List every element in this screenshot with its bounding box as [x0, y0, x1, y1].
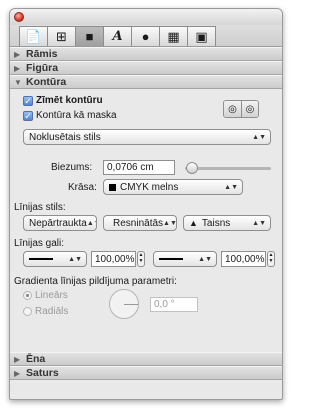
- section-label: Rāmis: [26, 48, 58, 60]
- radial-radio[interactable]: Radiāls: [23, 306, 68, 317]
- line-end-right-stepper[interactable]: ▲ ▼: [267, 251, 275, 267]
- color-select[interactable]: CMYK melns ▲▼: [103, 179, 243, 195]
- gradient-label: Gradienta līnijas pildījuma parametri:: [14, 276, 177, 287]
- title-bar: [10, 9, 282, 25]
- target-icon: ◎: [228, 103, 237, 115]
- close-button[interactable]: [14, 12, 24, 22]
- line-end-right-percent[interactable]: 100,00%: [221, 251, 266, 267]
- style-select[interactable]: Noklusētais stils ▲▼: [23, 129, 271, 145]
- radio-dot-icon: [23, 307, 32, 316]
- line-style-label: Līnijas stils:: [14, 202, 66, 213]
- crop-frame-icon: ⊞: [56, 28, 67, 44]
- section-label: Saturs: [26, 367, 59, 379]
- outline-mask-label: Kontūra kā maska: [36, 110, 117, 121]
- disclosure-right-icon: ▶: [14, 368, 21, 378]
- check-icon: ✓: [23, 110, 33, 121]
- tab-color[interactable]: ●: [131, 26, 160, 46]
- radio-dot-icon: [23, 291, 32, 300]
- line-style-value: Taisns: [201, 217, 231, 229]
- tab-frame[interactable]: ⊞: [47, 26, 76, 46]
- slider-knob[interactable]: [186, 162, 199, 174]
- radial-label: Radiāls: [35, 306, 69, 317]
- inspector-tabs: 📄 ⊞ ■ A ● ▦ ▣: [10, 25, 282, 47]
- section-label: Ēna: [26, 353, 46, 365]
- disclosure-right-icon: ▶: [14, 63, 21, 73]
- angle-value: 0,0 °: [154, 299, 175, 310]
- updown-arrow-icon: ▲▼: [252, 133, 266, 141]
- thickness-label: Biezums:: [51, 162, 93, 173]
- section-figura[interactable]: ▶ Figūra: [10, 61, 282, 75]
- palette-icon: ●: [141, 29, 150, 44]
- lock-icon: ▣: [195, 28, 208, 44]
- document-icon: 📄: [25, 28, 42, 44]
- section-kontura[interactable]: ▼ Kontūra: [10, 75, 282, 89]
- line-end-right-select[interactable]: ▲▼: [153, 251, 217, 267]
- percent-value: 100,00%: [95, 253, 135, 265]
- line-style-select-1[interactable]: Nepārtraukta ▲▼: [23, 215, 97, 231]
- color-swatch: [109, 183, 116, 191]
- line-style-value: Nepārtraukta: [29, 217, 87, 229]
- line-ends-label: Līnijas gali:: [14, 238, 65, 249]
- line-style-value: Resninātās: [113, 217, 164, 229]
- check-icon: ✓: [23, 95, 33, 106]
- updown-arrow-icon: ▲▼: [163, 219, 177, 227]
- inspector-panel: 📄 ⊞ ■ A ● ▦ ▣ ▶ Rāmis ▶ Figūra ▼ Kontūra…: [9, 8, 283, 400]
- draw-outline-label: Zīmēt kontūru: [36, 95, 103, 106]
- section-label: Kontūra: [26, 76, 67, 88]
- tab-box[interactable]: ■: [75, 26, 104, 46]
- draw-outline-checkbox[interactable]: ✓ Zīmēt kontūru: [23, 95, 103, 106]
- kontura-body: ✓ Zīmēt kontūru ✓ Kontūra kā maska ◎ ◎ N…: [10, 89, 282, 352]
- miter-join-icon: ▲: [189, 218, 198, 228]
- disclosure-down-icon: ▼: [14, 77, 22, 87]
- linear-label: Lineārs: [35, 290, 68, 301]
- percent-value: 100,00%: [225, 253, 265, 265]
- tab-media[interactable]: ▦: [159, 26, 188, 46]
- outline-inside-button[interactable]: ◎: [224, 101, 241, 117]
- angle-needle: [124, 304, 138, 305]
- updown-arrow-icon: ▲▼: [198, 255, 212, 263]
- tab-lock[interactable]: ▣: [187, 26, 216, 46]
- updown-arrow-icon: ▲▼: [252, 219, 266, 227]
- target-icon: ◎: [245, 103, 255, 115]
- outline-position-segments: ◎ ◎: [223, 100, 259, 118]
- outline-outside-button[interactable]: ◎: [241, 101, 258, 117]
- section-ena[interactable]: ▶ Ēna: [10, 352, 282, 366]
- line-end-left-percent[interactable]: 100,00%: [91, 251, 136, 267]
- color-value: CMYK melns: [120, 181, 179, 193]
- section-ramis[interactable]: ▶ Rāmis: [10, 47, 282, 61]
- thickness-input[interactable]: 0,0706 cm: [103, 160, 175, 175]
- film-icon: ▦: [167, 28, 180, 44]
- line-end-left-stepper[interactable]: ▲ ▼: [137, 251, 145, 267]
- line-style-select-2[interactable]: Resninātās ▲▼: [103, 215, 177, 231]
- updown-arrow-icon: ▲▼: [86, 219, 96, 227]
- disclosure-right-icon: ▶: [14, 49, 21, 59]
- line-end-icon: [159, 258, 183, 260]
- tab-document[interactable]: 📄: [19, 26, 48, 46]
- thickness-value: 0,0706 cm: [107, 162, 154, 173]
- outline-mask-checkbox[interactable]: ✓ Kontūra kā maska: [23, 110, 117, 121]
- line-end-left-select[interactable]: ▲▼: [23, 251, 87, 267]
- line-style-select-3[interactable]: ▲ Taisns ▲▼: [183, 215, 271, 231]
- angle-wheel[interactable]: [109, 289, 139, 319]
- tab-text[interactable]: A: [103, 26, 132, 46]
- updown-arrow-icon: ▲▼: [224, 183, 238, 191]
- updown-arrow-icon: ▲▼: [68, 255, 82, 263]
- line-end-icon: [29, 258, 53, 260]
- section-label: Figūra: [26, 62, 59, 74]
- section-saturs[interactable]: ▶ Saturs: [10, 366, 282, 380]
- angle-input[interactable]: 0,0 °: [150, 297, 198, 312]
- square-icon: ■: [85, 29, 94, 44]
- text-a-icon: A: [112, 29, 123, 44]
- style-select-value: Noklusētais stils: [29, 131, 101, 143]
- linear-radio[interactable]: Lineārs: [23, 290, 68, 301]
- color-label: Krāsa:: [68, 182, 97, 193]
- disclosure-right-icon: ▶: [14, 354, 21, 364]
